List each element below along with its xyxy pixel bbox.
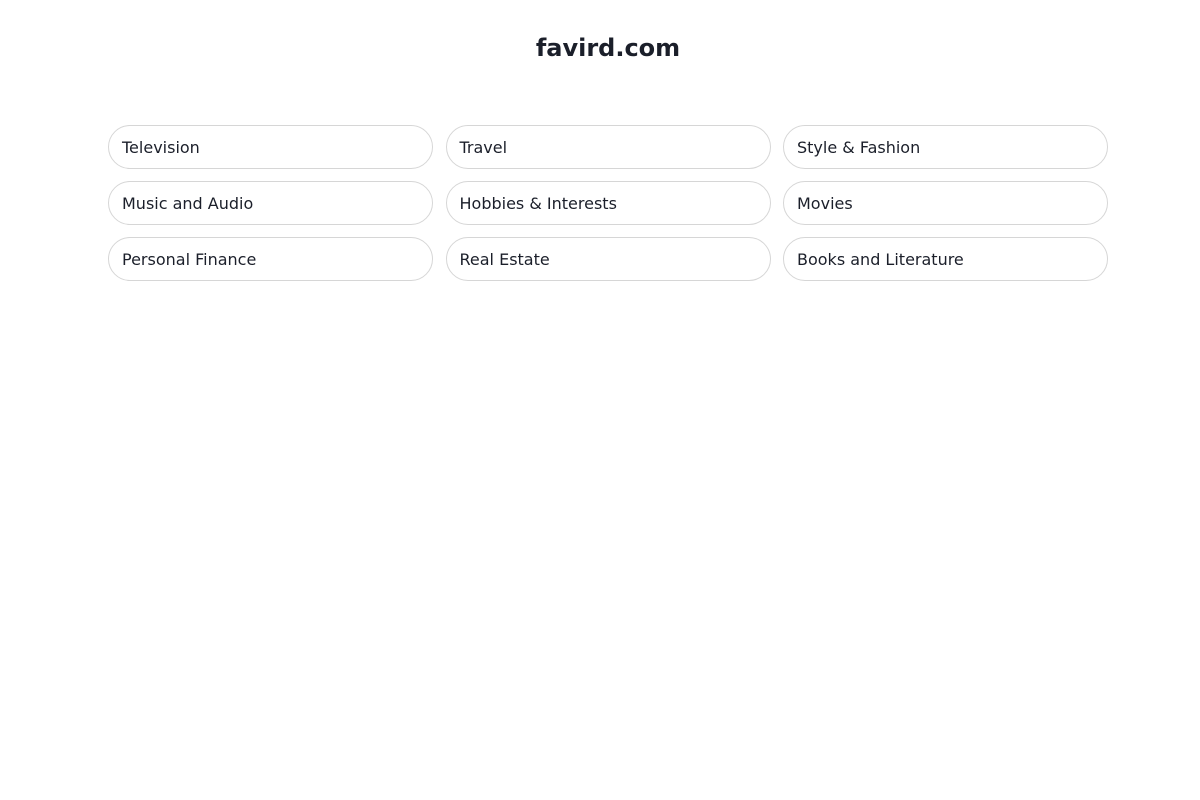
category-personal-finance[interactable]: Personal Finance xyxy=(108,237,433,281)
category-music-audio[interactable]: Music and Audio xyxy=(108,181,433,225)
category-movies[interactable]: Movies xyxy=(783,181,1108,225)
category-hobbies-interests[interactable]: Hobbies & Interests xyxy=(445,181,771,225)
category-television[interactable]: Television xyxy=(108,125,433,169)
category-real-estate[interactable]: Real Estate xyxy=(445,237,771,281)
category-travel[interactable]: Travel xyxy=(445,125,771,169)
category-grid: Television Travel Style & Fashion Music … xyxy=(108,125,1108,281)
category-books-literature[interactable]: Books and Literature xyxy=(783,237,1108,281)
page: favird.com Television Travel Style & Fas… xyxy=(0,0,1200,800)
site-title: favird.com xyxy=(535,34,681,62)
category-style-fashion[interactable]: Style & Fashion xyxy=(783,125,1108,169)
